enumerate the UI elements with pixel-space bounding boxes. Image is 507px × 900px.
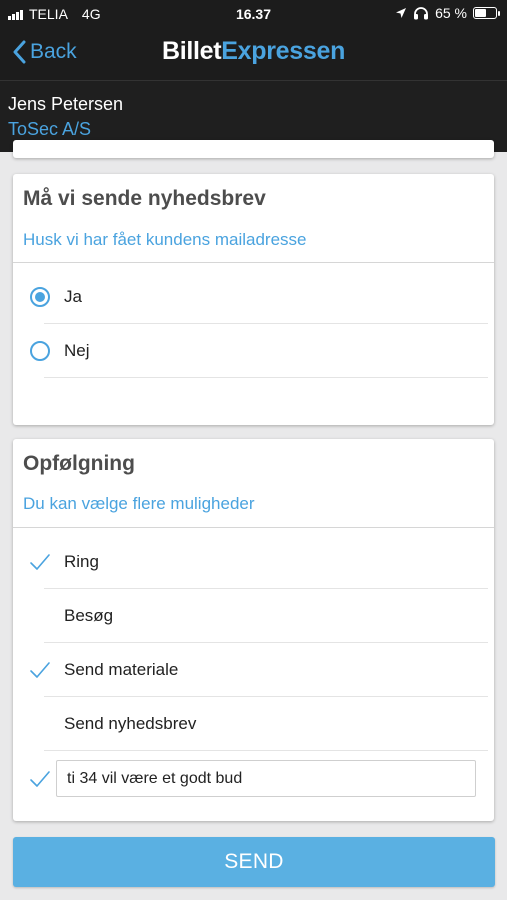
user-name: Jens Petersen [8,94,124,114]
followup-option-send-nyhedsbrev[interactable]: Send nyhedsbrev [13,697,494,751]
status-bar: TELIA 4G 16.37 65 % [0,0,507,28]
followup-title: Opfølgning [23,452,135,475]
radio-unselected-icon[interactable] [30,341,50,361]
checkmark-icon [30,771,50,787]
followup-card: Opfølgning Du kan vælge flere muligheder… [13,439,494,821]
checkmark-icon [30,662,50,678]
user-company: ToSec A/S [8,119,92,139]
option-label: Ring [64,552,99,571]
radio-selected-icon[interactable] [30,287,50,307]
followup-option-send-materiale[interactable]: Send materiale [13,643,494,697]
divider [13,527,494,528]
headphones-icon [414,7,429,20]
followup-option-ring[interactable]: Ring [13,535,494,589]
send-button[interactable]: SEND [13,837,495,887]
logo-part-expressen: Expressen [221,37,346,65]
followup-option-besog[interactable]: Besøg [13,589,494,643]
newsletter-option-nej[interactable]: Nej [13,324,494,378]
row-divider [44,750,488,751]
newsletter-title: Må vi sende nyhedsbrev [23,187,266,210]
app-logo: BilletExpressen [0,37,507,66]
option-label: Send materiale [64,660,179,679]
divider [13,262,494,263]
option-label: Ja [64,287,82,306]
newsletter-subtitle: Husk vi har fået kundens mailadresse [23,230,307,249]
location-icon [396,8,407,18]
newsletter-option-ja[interactable]: Ja [13,270,494,324]
followup-subtitle: Du kan vælge flere muligheder [23,494,255,513]
checkmark-icon [30,554,50,570]
battery-icon [473,7,500,19]
option-label: Nej [64,341,90,360]
battery-percent: 65 % [435,5,467,21]
logo-part-billet: Billet [161,37,222,65]
followup-note-input[interactable] [56,760,476,797]
navigation-bar: Back BilletExpressen [0,28,507,81]
previous-card [13,140,494,158]
row-divider [44,377,488,378]
newsletter-card: Må vi sende nyhedsbrev Husk vi har fået … [13,174,494,425]
option-label: Send nyhedsbrev [64,714,197,733]
option-label: Besøg [64,606,114,625]
